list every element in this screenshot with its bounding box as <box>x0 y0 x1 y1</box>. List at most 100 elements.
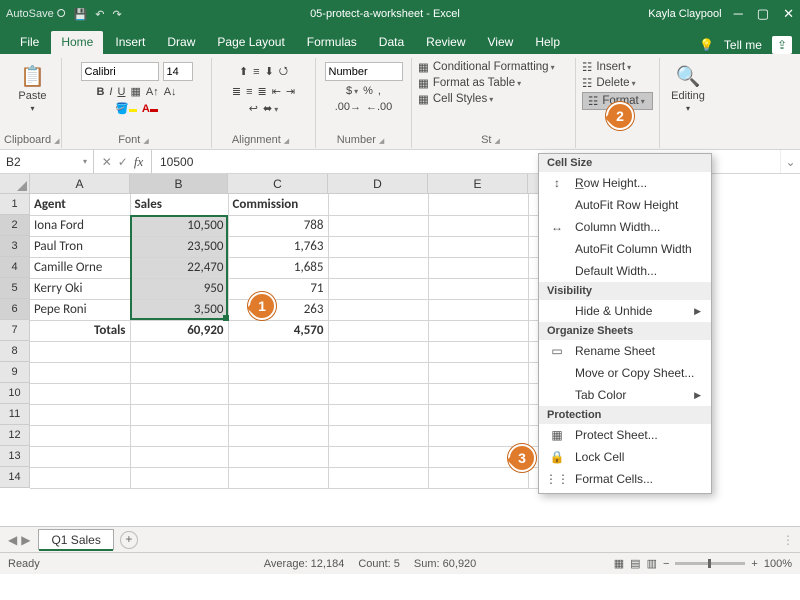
restore-icon[interactable]: ▢ <box>757 6 769 22</box>
decrease-decimal-button[interactable]: ←.00 <box>366 101 392 113</box>
accounting-button[interactable]: $ <box>346 85 358 97</box>
user-name[interactable]: Kayla Claypool <box>648 8 727 20</box>
add-sheet-button[interactable]: + <box>120 531 138 549</box>
menu-protect-sheet[interactable]: ▦Protect Sheet... <box>539 424 711 446</box>
row-header[interactable]: 8 <box>0 341 30 362</box>
comma-button[interactable]: , <box>378 85 381 97</box>
sheet-tab[interactable]: Q1 Sales <box>38 529 113 550</box>
row-header[interactable]: 5 <box>0 278 30 299</box>
row-header[interactable]: 4 <box>0 257 30 278</box>
zoom-slider[interactable] <box>675 562 745 565</box>
editing-button[interactable]: 🔍 Editing ▾ <box>669 60 707 113</box>
fx-icon[interactable]: fx <box>134 154 143 170</box>
row-header[interactable]: 12 <box>0 425 30 446</box>
zoom-level[interactable]: 100% <box>764 558 792 570</box>
bold-button[interactable]: B <box>96 86 104 98</box>
row-header[interactable]: 14 <box>0 467 30 488</box>
col-header[interactable]: B <box>130 174 228 194</box>
zoom-out-icon[interactable]: − <box>663 558 669 570</box>
expand-fbar-icon[interactable]: ⌄ <box>780 150 800 173</box>
cancel-icon[interactable]: ✕ <box>102 155 112 169</box>
row-header[interactable]: 9 <box>0 362 30 383</box>
col-header[interactable]: E <box>428 174 528 194</box>
increase-decimal-button[interactable]: .00→ <box>335 101 361 113</box>
enter-icon[interactable]: ✓ <box>118 155 128 169</box>
tab-home[interactable]: Home <box>51 31 103 54</box>
align-top-button[interactable]: ⬆ <box>239 65 248 78</box>
shrink-font-button[interactable]: A↓ <box>164 86 177 98</box>
row-header[interactable]: 11 <box>0 404 30 425</box>
cell-styles-button[interactable]: ▦Cell Styles <box>418 92 569 106</box>
underline-button[interactable]: U <box>117 86 125 98</box>
delete-cells-button[interactable]: ☷Delete <box>582 76 653 90</box>
wrap-text-button[interactable]: ↩ <box>249 102 258 115</box>
menu-default-width[interactable]: Default Width... <box>539 260 711 282</box>
tab-draw[interactable]: Draw <box>157 31 205 54</box>
align-right-button[interactable]: ≣ <box>257 85 266 98</box>
tab-pagelayout[interactable]: Page Layout <box>207 31 294 54</box>
name-box[interactable]: B2 <box>0 150 94 173</box>
autosave-toggle[interactable]: AutoSave ⭘ <box>6 8 66 21</box>
view-break-icon[interactable]: ▥ <box>647 557 657 570</box>
row-header[interactable]: 7 <box>0 320 30 341</box>
col-header[interactable]: A <box>30 174 130 194</box>
fill-color-button[interactable]: 🪣 <box>115 102 137 115</box>
menu-move-copy[interactable]: Move or Copy Sheet... <box>539 362 711 384</box>
menu-row-height[interactable]: ↕RRow Height...ow Height... <box>539 172 711 194</box>
menu-format-cells[interactable]: ⋮⋮Format Cells... <box>539 468 711 490</box>
insert-cells-button[interactable]: ☷Insert <box>582 60 653 74</box>
menu-lock-cell[interactable]: 🔒Lock Cell <box>539 446 711 468</box>
row-header[interactable]: 1 <box>0 194 30 215</box>
indent-inc-button[interactable]: ⇥ <box>286 85 295 98</box>
tab-formulas[interactable]: Formulas <box>297 31 367 54</box>
orientation-button[interactable]: ⭯ <box>279 62 288 81</box>
row-header[interactable]: 6 <box>0 299 30 320</box>
col-header[interactable]: C <box>228 174 328 194</box>
tab-view[interactable]: View <box>478 31 524 54</box>
save-icon[interactable]: 💾 <box>74 8 88 21</box>
number-format[interactable] <box>325 62 403 81</box>
font-color-button[interactable]: A <box>142 103 158 115</box>
tellme-text[interactable]: Tell me <box>724 38 762 52</box>
border-button[interactable]: ▦ <box>130 85 140 98</box>
percent-button[interactable]: % <box>363 85 373 97</box>
paste-button[interactable]: 📋 Paste ▾ <box>14 60 52 113</box>
zoom-in-icon[interactable]: + <box>751 558 757 570</box>
col-header[interactable]: D <box>328 174 428 194</box>
view-layout-icon[interactable]: ▤ <box>630 557 640 570</box>
share-icon[interactable]: ⇪ <box>772 36 792 54</box>
format-as-table-button[interactable]: ▦Format as Table <box>418 76 569 90</box>
undo-icon[interactable]: ↶ <box>95 8 104 21</box>
grow-font-button[interactable]: A↑ <box>146 86 159 98</box>
next-sheet-icon[interactable]: ▶ <box>21 533 30 547</box>
menu-rename-sheet[interactable]: ▭Rename Sheet <box>539 340 711 362</box>
indent-dec-button[interactable]: ⇤ <box>272 85 281 98</box>
tab-review[interactable]: Review <box>416 31 475 54</box>
conditional-formatting-button[interactable]: ▦Conditional Formatting <box>418 60 569 74</box>
align-middle-button[interactable]: ≡ <box>253 66 259 78</box>
close-icon[interactable]: ✕ <box>783 6 794 22</box>
menu-tab-color[interactable]: Tab Color▶ <box>539 384 711 406</box>
row-header[interactable]: 3 <box>0 236 30 257</box>
menu-hide-unhide[interactable]: Hide & Unhide▶ <box>539 300 711 322</box>
italic-button[interactable]: I <box>109 86 112 98</box>
tab-data[interactable]: Data <box>369 31 414 54</box>
prev-sheet-icon[interactable]: ◀ <box>8 533 17 547</box>
redo-icon[interactable]: ↷ <box>112 8 121 21</box>
align-bottom-button[interactable]: ⬇ <box>265 65 274 78</box>
row-header[interactable]: 2 <box>0 215 30 236</box>
menu-autofit-row[interactable]: AutoFit Row Height <box>539 194 711 216</box>
tab-file[interactable]: File <box>10 31 49 54</box>
select-all-corner[interactable] <box>0 174 30 194</box>
row-header[interactable]: 10 <box>0 383 30 404</box>
tab-insert[interactable]: Insert <box>105 31 155 54</box>
merge-button[interactable]: ⬌ <box>263 102 278 115</box>
tab-help[interactable]: Help <box>525 31 570 54</box>
view-normal-icon[interactable]: ▦ <box>614 557 624 570</box>
menu-autofit-col[interactable]: AutoFit Column Width <box>539 238 711 260</box>
align-left-button[interactable]: ≣ <box>232 85 241 98</box>
menu-column-width[interactable]: ↔Column Width... <box>539 216 711 238</box>
font-size[interactable] <box>163 62 193 81</box>
align-center-button[interactable]: ≡ <box>246 86 252 98</box>
font-face[interactable] <box>81 62 159 81</box>
